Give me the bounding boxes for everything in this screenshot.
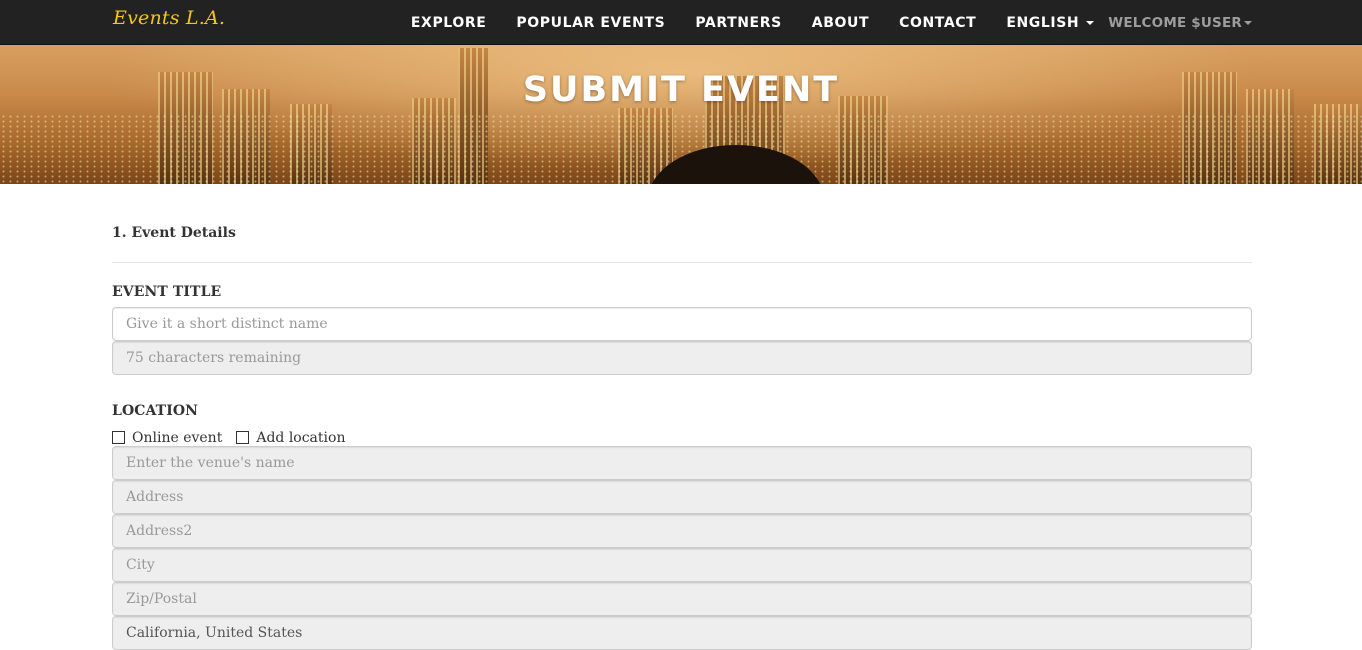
nav-partners[interactable]: PARTNERS: [695, 15, 781, 31]
venue-name-input[interactable]: [112, 446, 1252, 480]
address-input[interactable]: [112, 480, 1252, 514]
language-label: ENGLISH: [1006, 14, 1080, 31]
submit-event-form: 1. Event Details EVENT TITLE LOCATION On…: [112, 184, 1252, 650]
nav-explore[interactable]: EXPLORE: [411, 15, 487, 31]
characters-remaining-field: [112, 341, 1252, 375]
add-location-label: Add location: [256, 429, 346, 446]
page-title: SUBMIT EVENT: [522, 70, 840, 110]
event-title-input[interactable]: [112, 307, 1252, 341]
language-dropdown[interactable]: ENGLISH: [1006, 14, 1095, 31]
address2-input[interactable]: [112, 514, 1252, 548]
city-input[interactable]: [112, 548, 1252, 582]
location-label: LOCATION: [112, 403, 199, 419]
top-navbar: Events L.A. EXPLORE POPULAR EVENTS PARTN…: [0, 0, 1362, 45]
user-menu-dropdown[interactable]: WELCOME $USER: [1108, 15, 1252, 31]
checkbox-icon: [112, 431, 125, 444]
online-event-checkbox[interactable]: Online event: [112, 430, 222, 446]
nav-popular-events[interactable]: POPULAR EVENTS: [516, 15, 665, 31]
nav-links: EXPLORE POPULAR EVENTS PARTNERS ABOUT CO…: [381, 0, 1252, 45]
location-options: Online event Add location: [112, 429, 1252, 446]
nav-about[interactable]: ABOUT: [812, 15, 869, 31]
zip-postal-input[interactable]: [112, 582, 1252, 616]
brand-logo[interactable]: Events L.A.: [113, 7, 225, 29]
hero-banner: SUBMIT EVENT: [0, 45, 1362, 184]
nav-contact[interactable]: CONTACT: [899, 15, 976, 31]
add-location-checkbox[interactable]: Add location: [236, 430, 345, 446]
welcome-label: WELCOME $USER: [1108, 14, 1242, 31]
checkbox-icon: [236, 431, 250, 444]
caret-down-icon: [1086, 20, 1095, 25]
caret-down-icon: [1244, 20, 1252, 25]
online-event-label: Online event: [132, 429, 223, 446]
event-title-label: EVENT TITLE: [112, 284, 222, 300]
section-heading: 1. Event Details: [112, 225, 1252, 263]
